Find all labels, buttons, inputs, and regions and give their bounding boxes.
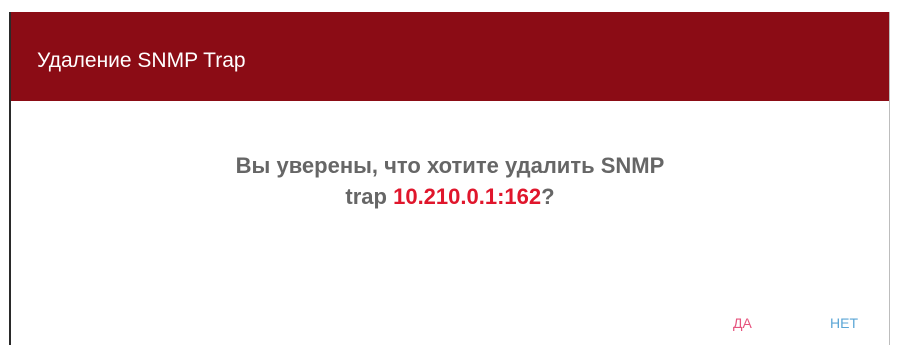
no-button[interactable]: НЕТ xyxy=(830,314,858,332)
message-line-1: Вы уверены, что хотите удалить SNMP xyxy=(235,153,665,178)
delete-snmp-trap-dialog: Удаление SNMP Trap Вы уверены, что хотит… xyxy=(9,12,890,345)
message-suffix: ? xyxy=(541,184,555,209)
confirmation-message: Вы уверены, что хотите удалить SNMP trap… xyxy=(11,150,889,212)
dialog-actions: ДА НЕТ xyxy=(11,314,889,334)
dialog-header: Удаление SNMP Trap xyxy=(11,12,889,101)
trap-address: 10.210.0.1:162 xyxy=(393,184,542,209)
dialog-title: Удаление SNMP Trap xyxy=(37,49,246,72)
yes-button[interactable]: ДА xyxy=(733,314,752,332)
message-prefix: trap xyxy=(345,184,387,209)
message-line-2: trap 10.210.0.1:162? xyxy=(11,181,889,212)
